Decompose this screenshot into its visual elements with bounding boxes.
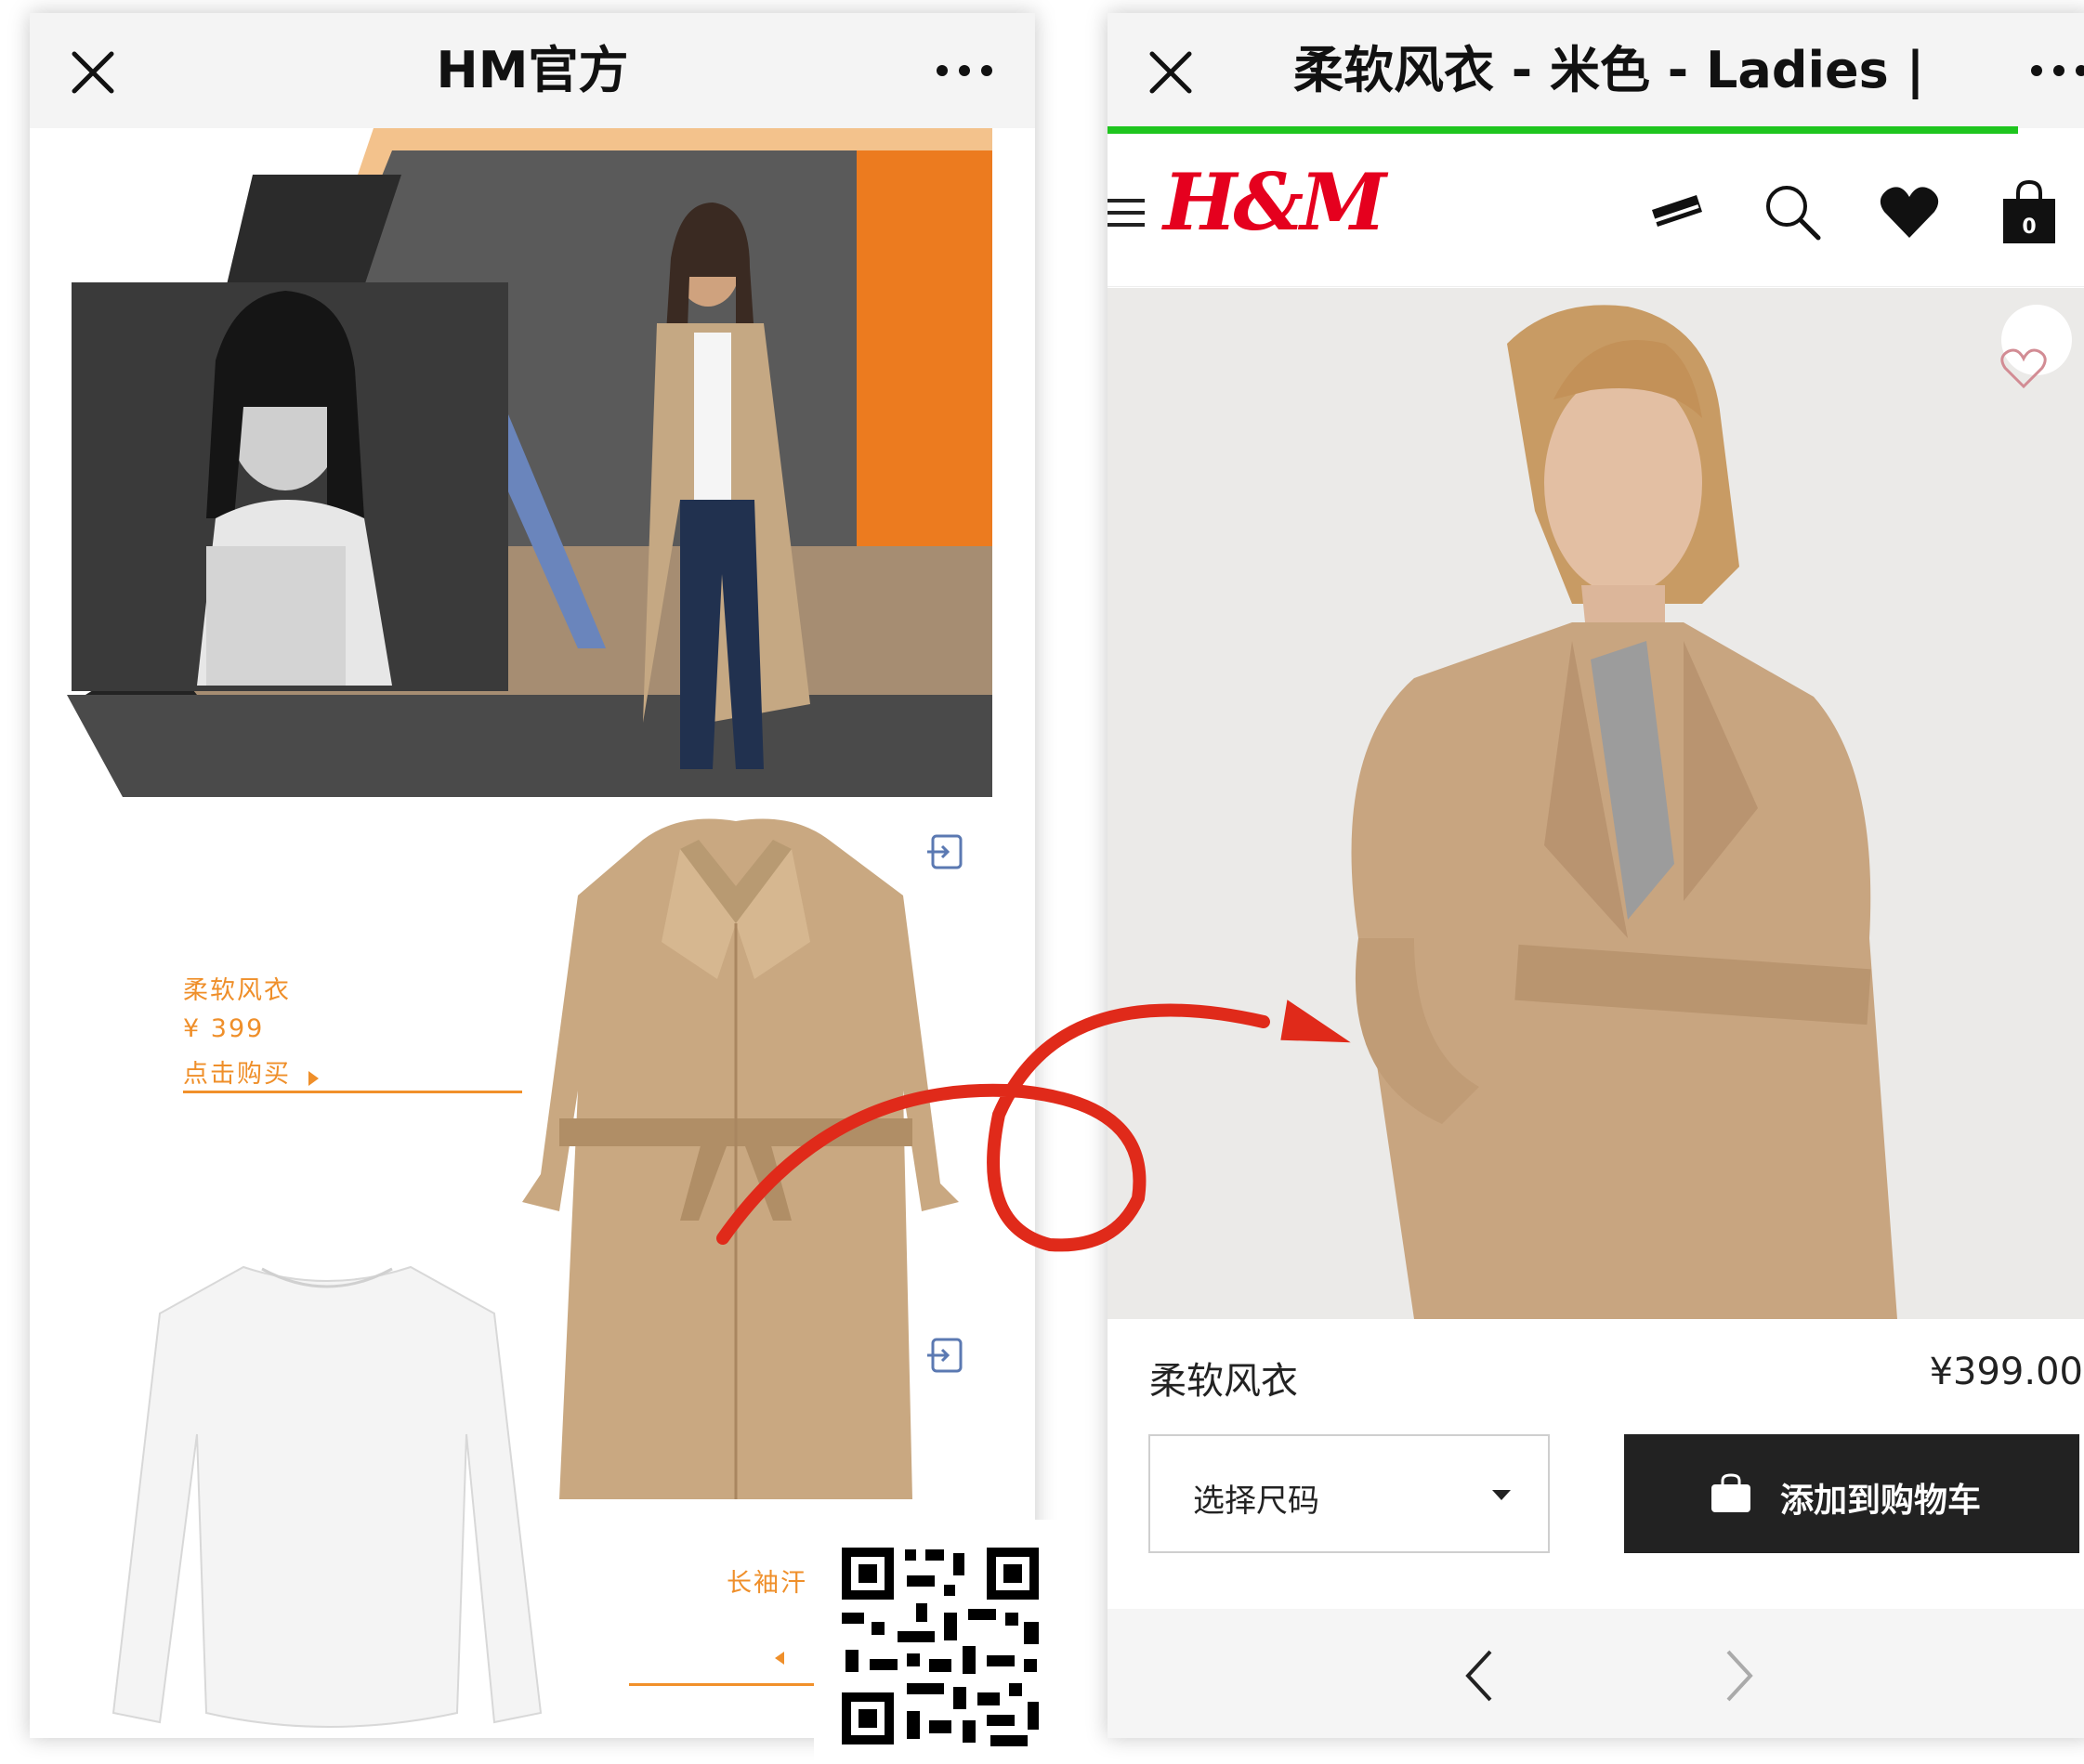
add-to-cart-label: 添加到购物车 (1780, 1482, 1982, 1520)
buy-now-label: 点击购买 (183, 1060, 291, 1089)
browser-bottom-nav (1108, 1609, 2084, 1738)
hm-site-header: H&M 0 (1108, 134, 2084, 287)
white-tee-image[interactable] (104, 1248, 550, 1738)
close-icon[interactable] (1145, 46, 1197, 98)
back-arrow-icon[interactable] (1461, 1646, 1498, 1705)
hm-logo[interactable]: H&M (1163, 156, 1386, 248)
right-phone-screen: 柔软风衣 - 米色 - Ladies | H& H&M 0 (1108, 13, 2084, 1738)
size-select-label: 选择尺码 (1193, 1483, 1319, 1520)
share-exit-icon-2[interactable] (924, 1332, 970, 1379)
left-arrow-icon (775, 1652, 784, 1665)
cart-count-badge: 0 (2022, 216, 2037, 239)
divider-line-2 (629, 1683, 843, 1686)
product-price: ¥399.00 (1929, 1351, 2083, 1393)
loading-progress-bar (1108, 126, 2018, 134)
left-phone-screen: HM官方 柔软风衣 ¥ 399 点击购买 长袖汗 (30, 13, 1035, 1738)
second-product-name[interactable]: 长袖汗 (727, 1562, 807, 1599)
page-title: HM官方 (436, 41, 629, 99)
right-topbar: 柔软风衣 - 米色 - Ladies | H& (1108, 13, 2084, 128)
page-title: 柔软风衣 - 米色 - Ladies | H& (1293, 41, 1944, 99)
menu-icon[interactable] (1108, 197, 1145, 229)
trench-coat-image[interactable] (494, 812, 977, 1518)
forward-arrow-icon[interactable] (1721, 1646, 1758, 1705)
product-model-photo[interactable] (1108, 288, 2084, 1319)
more-options-icon[interactable] (2025, 59, 2084, 82)
size-select-dropdown[interactable]: 选择尺码 (1148, 1434, 1550, 1553)
divider-line (183, 1091, 522, 1093)
add-to-cart-button[interactable]: 添加到购物车 (1624, 1434, 2079, 1553)
left-topbar: HM官方 (30, 13, 1035, 128)
product-name-link[interactable]: 柔软风衣 (183, 970, 291, 1006)
shopping-bag-icon (1711, 1473, 1750, 1512)
qr-code-image (814, 1520, 1067, 1764)
play-arrow-icon (308, 1070, 320, 1086)
search-icon[interactable] (1763, 182, 1822, 242)
wishlist-heart-icon[interactable] (1999, 346, 2048, 390)
more-options-icon[interactable] (931, 59, 998, 82)
campaign-banner[interactable] (30, 128, 1035, 806)
member-card-icon[interactable] (1646, 189, 1706, 238)
favorites-heart-icon[interactable] (1879, 184, 1940, 240)
caret-down-icon (1492, 1490, 1511, 1500)
buy-now-link[interactable]: 点击购买 (183, 1053, 320, 1090)
product-price: ¥ 399 (183, 1014, 265, 1043)
product-name: 柔软风衣 (1149, 1360, 1298, 1403)
